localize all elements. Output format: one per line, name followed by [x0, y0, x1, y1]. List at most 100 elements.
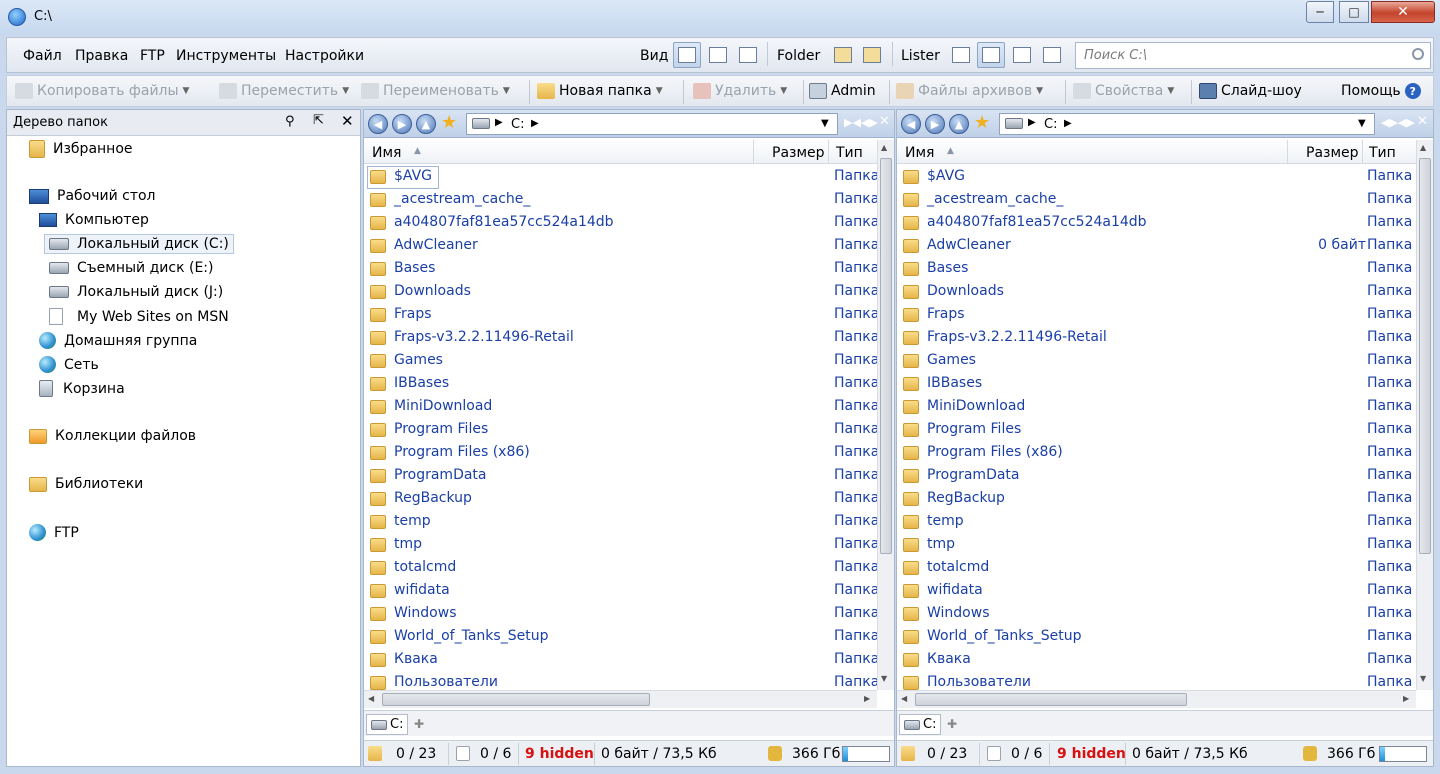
table-row[interactable]: Bases Папка — [897, 258, 1416, 281]
maximize-button[interactable]: □ — [1339, 1, 1369, 23]
left-address-bar[interactable]: ▶ C: ▶ ▼ — [466, 113, 838, 135]
table-row[interactable]: Downloads Папка — [364, 281, 877, 304]
view-details-button[interactable] — [673, 42, 701, 68]
column-divider[interactable] — [753, 140, 754, 164]
search-icon[interactable] — [1412, 48, 1424, 60]
chevron-down-icon[interactable]: ▼ — [1167, 86, 1174, 96]
table-row[interactable]: _acestream_cache_ Папка — [364, 189, 877, 212]
table-row[interactable]: Program Files (x86) Папка — [897, 442, 1416, 465]
left-vertical-scrollbar[interactable]: ▲ ▼ — [877, 140, 894, 690]
forward-icon[interactable]: ▶ — [925, 114, 945, 134]
table-row[interactable]: $AVG Папка — [897, 166, 1416, 189]
table-row[interactable]: temp Папка — [364, 511, 877, 534]
table-row[interactable]: Квака Папка — [364, 649, 877, 672]
table-row[interactable]: Program Files Папка — [364, 419, 877, 442]
scroll-right-icon[interactable]: ▶ — [864, 694, 870, 703]
table-row[interactable]: Program Files (x86) Папка — [364, 442, 877, 465]
lister-preview-button[interactable] — [1038, 42, 1066, 68]
chevron-down-icon[interactable]: ▼ — [1358, 118, 1366, 129]
tree-item-libraries[interactable]: Библиотеки — [29, 476, 143, 492]
tree-item-homegroup[interactable]: Домашняя группа — [39, 332, 197, 349]
table-row[interactable]: ProgramData Папка — [364, 465, 877, 488]
scroll-up-icon[interactable]: ▲ — [881, 143, 887, 152]
tree-item-ftp[interactable]: FTP — [29, 524, 79, 541]
right-horizontal-scroll-thumb[interactable] — [915, 693, 1187, 706]
table-row[interactable]: a404807faf81ea57cc524a14db Папка — [897, 212, 1416, 235]
up-icon[interactable]: ▲ — [416, 114, 436, 134]
table-row[interactable]: wifidata Папка — [364, 580, 877, 603]
chevron-down-icon[interactable]: ▼ — [1036, 86, 1043, 96]
breadcrumb-arrow-icon[interactable]: ▶ — [531, 118, 539, 129]
table-row[interactable]: AdwCleaner Папка — [364, 235, 877, 258]
admin-button[interactable]: Admin — [809, 83, 876, 99]
table-row[interactable]: Program Files Папка — [897, 419, 1416, 442]
tree-item-network[interactable]: Сеть — [39, 356, 99, 373]
menu-file[interactable]: Файл — [23, 48, 62, 64]
tree-item-computer[interactable]: Компьютер — [39, 212, 149, 228]
menu-settings[interactable]: Настройки — [285, 48, 364, 64]
right-vertical-scroll-thumb[interactable] — [1419, 158, 1431, 554]
scroll-down-icon[interactable]: ▼ — [881, 674, 887, 683]
tree-pin-icon[interactable]: ⇱ — [313, 113, 324, 128]
table-row[interactable]: totalcmd Папка — [364, 557, 877, 580]
copy-button[interactable]: Копировать файлы ▼ — [15, 83, 189, 99]
minimize-button[interactable]: ─ — [1306, 1, 1334, 23]
scroll-left-icon[interactable]: ◀ — [368, 694, 374, 703]
table-row[interactable]: ProgramData Папка — [897, 465, 1416, 488]
new-folder-button[interactable]: Новая папка ▼ — [537, 83, 663, 99]
left-vertical-scroll-thumb[interactable] — [880, 158, 892, 554]
table-row[interactable]: AdwCleaner 0 байт Папка — [897, 235, 1416, 258]
table-row[interactable]: RegBackup Папка — [364, 488, 877, 511]
back-icon[interactable]: ◀ — [368, 114, 388, 134]
menu-edit[interactable]: Правка — [75, 48, 128, 64]
table-row[interactable]: IBBases Папка — [364, 373, 877, 396]
table-row[interactable]: Пользователи Папка — [364, 672, 877, 690]
table-row[interactable]: Games Папка — [364, 350, 877, 373]
favorites-star-icon[interactable]: ★ — [974, 112, 990, 133]
column-divider[interactable] — [828, 140, 829, 164]
table-row[interactable]: Fraps-v3.2.2.11496-Retail Папка — [364, 327, 877, 350]
search-input[interactable]: Поиск C:\ — [1084, 48, 1147, 63]
chevron-down-icon[interactable]: ▼ — [656, 86, 663, 96]
scroll-up-icon[interactable]: ▲ — [1420, 143, 1426, 152]
close-button[interactable]: ✕ — [1371, 1, 1435, 23]
column-type[interactable]: Тип — [836, 145, 863, 161]
scroll-left-icon[interactable]: ◀ — [901, 694, 907, 703]
table-row[interactable]: IBBases Папка — [897, 373, 1416, 396]
tree-item-msn[interactable]: My Web Sites on MSN — [49, 308, 229, 325]
menu-ftp[interactable]: FTP — [140, 48, 165, 64]
table-row[interactable]: totalcmd Папка — [897, 557, 1416, 580]
right-hidden-count[interactable]: 9 hidden — [1057, 746, 1126, 762]
table-row[interactable]: Fraps Папка — [364, 304, 877, 327]
table-row[interactable]: a404807faf81ea57cc524a14db Папка — [364, 212, 877, 235]
properties-button[interactable]: Свойства ▼ — [1073, 83, 1174, 99]
left-tab-c[interactable]: C: — [366, 714, 409, 735]
tree-item-drive-j[interactable]: Локальный диск (J:) — [49, 284, 223, 300]
view-tiles-button[interactable] — [704, 42, 732, 68]
folder-layout-button-2[interactable] — [858, 42, 886, 68]
right-tab-c[interactable]: C: — [899, 714, 942, 735]
help-button[interactable]: Помощь? — [1341, 83, 1421, 99]
table-row[interactable]: Fraps-v3.2.2.11496-Retail Папка — [897, 327, 1416, 350]
breadcrumb-arrow-icon[interactable]: ▶ — [1064, 118, 1072, 129]
tree-item-favorites[interactable]: Избранное — [29, 140, 133, 158]
table-row[interactable]: World_of_Tanks_Setup Папка — [897, 626, 1416, 649]
lister-vertical-button[interactable] — [1008, 42, 1036, 68]
tree-item-drive-e[interactable]: Съемный диск (E:) — [49, 260, 213, 276]
tree-item-collections[interactable]: Коллекции файлов — [29, 428, 196, 444]
right-vertical-scrollbar[interactable]: ▲ ▼ — [1416, 140, 1433, 690]
right-horizontal-scrollbar[interactable]: ◀ ▶ — [897, 690, 1416, 708]
table-row[interactable]: Windows Папка — [897, 603, 1416, 626]
new-tab-icon[interactable]: ✚ — [947, 717, 957, 731]
table-row[interactable]: temp Папка — [897, 511, 1416, 534]
left-path[interactable]: C: — [511, 117, 524, 132]
back-icon[interactable]: ◀ — [901, 114, 921, 134]
right-path[interactable]: C: — [1044, 117, 1057, 132]
tree-item-recycle-bin[interactable]: Корзина — [39, 380, 125, 397]
chevron-down-icon[interactable]: ▼ — [821, 118, 829, 129]
breadcrumb-arrow-icon[interactable]: ▶ — [495, 117, 503, 128]
menu-tools[interactable]: Инструменты — [176, 48, 276, 64]
chevron-down-icon[interactable]: ▼ — [780, 86, 787, 96]
favorites-star-icon[interactable]: ★ — [441, 112, 457, 133]
table-row[interactable]: tmp Папка — [364, 534, 877, 557]
